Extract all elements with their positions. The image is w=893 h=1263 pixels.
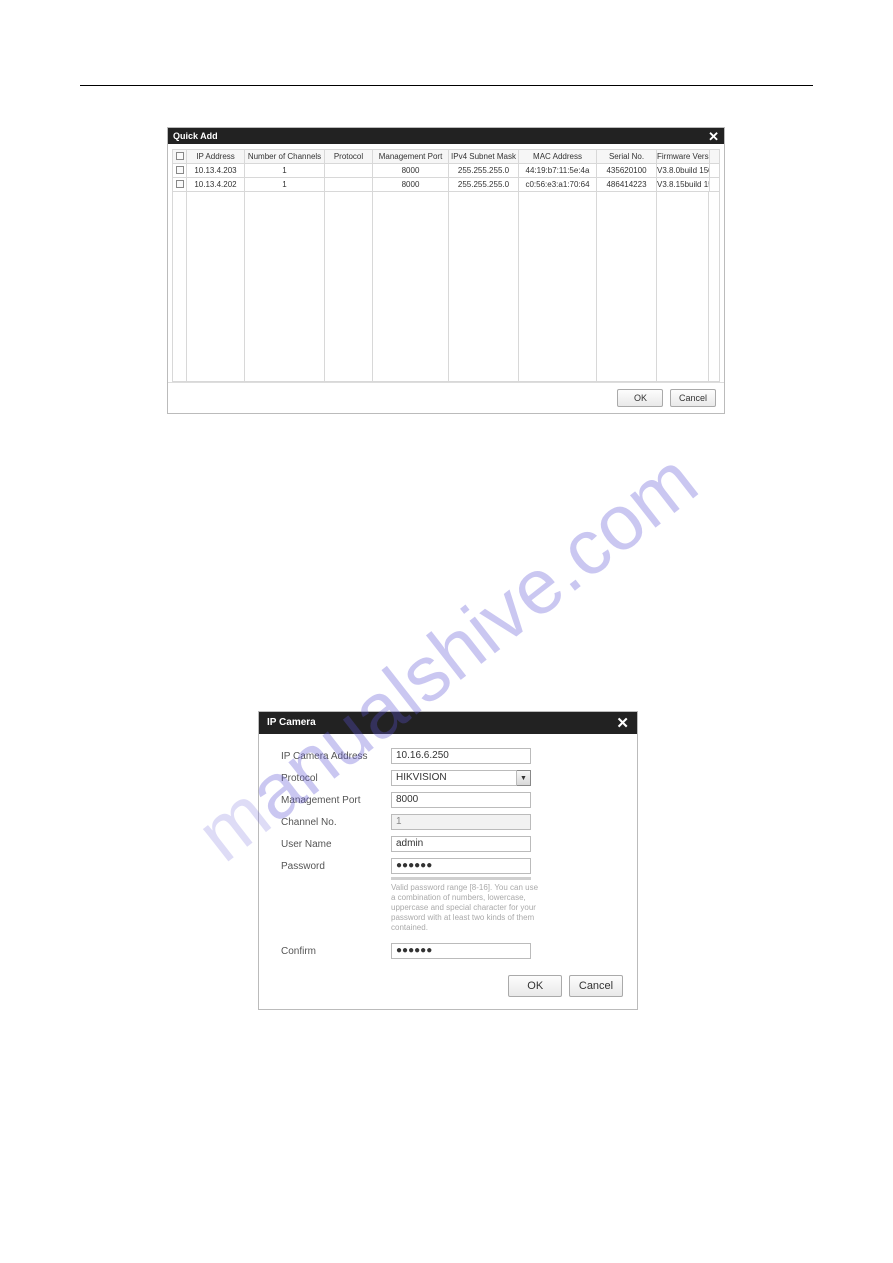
ip-camera-header: IP Camera ✕: [259, 712, 637, 734]
quick-add-dialog: Quick Add ✕ IP Address Number of Channel…: [167, 127, 725, 414]
col-fw: Firmware Version: [657, 150, 710, 164]
col-channels: Number of Channels: [245, 150, 325, 164]
table-header-row: IP Address Number of Channels Protocol M…: [173, 150, 720, 164]
password-field[interactable]: ●●●●●●: [391, 858, 531, 874]
col-port: Management Port: [373, 150, 449, 164]
cell-channels: 1: [245, 164, 325, 178]
quick-add-footer: OK Cancel: [168, 382, 724, 413]
quick-add-title: Quick Add: [173, 128, 218, 144]
password-hint: Valid password range [8-16]. You can use…: [391, 883, 541, 933]
checkbox-all[interactable]: [176, 152, 184, 160]
confirm-field[interactable]: ●●●●●●: [391, 943, 531, 959]
table-empty-area: [172, 192, 720, 382]
chevron-down-icon[interactable]: ▼: [517, 770, 531, 786]
close-icon[interactable]: ✕: [708, 130, 719, 143]
col-serial: Serial No.: [597, 150, 657, 164]
col-protocol: Protocol: [325, 150, 373, 164]
cell-ip: 10.13.4.202: [187, 178, 245, 192]
cell-ip: 10.13.4.203: [187, 164, 245, 178]
ip-camera-title: IP Camera: [267, 712, 316, 734]
ok-button[interactable]: OK: [508, 975, 562, 997]
cell-mask: 255.255.255.0: [449, 178, 519, 192]
cell-fw: V3.8.0build 150113: [657, 164, 710, 178]
cell-fw: V3.8.15build 150506: [657, 178, 710, 192]
quick-add-header: Quick Add ✕: [168, 128, 724, 144]
label-port: Management Port: [281, 795, 391, 806]
checkbox-row[interactable]: [176, 166, 184, 174]
cell-mac: c0:56:e3:a1:70:64: [519, 178, 597, 192]
col-mac: MAC Address: [519, 150, 597, 164]
top-rule: [80, 85, 813, 86]
cell-serial: 435620100: [597, 164, 657, 178]
cell-protocol: [325, 164, 373, 178]
cell-protocol: [325, 178, 373, 192]
table-row[interactable]: 10.13.4.203 1 8000 255.255.255.0 44:19:b…: [173, 164, 720, 178]
ok-button[interactable]: OK: [617, 389, 663, 407]
label-confirm: Confirm: [281, 946, 391, 957]
col-mask: IPv4 Subnet Mask: [449, 150, 519, 164]
col-ip: IP Address: [187, 150, 245, 164]
protocol-field[interactable]: HIKVISION: [391, 770, 517, 786]
password-strength-meter: [391, 877, 531, 880]
cancel-button[interactable]: Cancel: [670, 389, 716, 407]
table-row[interactable]: 10.13.4.202 1 8000 255.255.255.0 c0:56:e…: [173, 178, 720, 192]
checkbox-row[interactable]: [176, 180, 184, 188]
cell-mac: 44:19:b7:11:5e:4a: [519, 164, 597, 178]
label-chno: Channel No.: [281, 817, 391, 828]
cell-serial: 486414223: [597, 178, 657, 192]
label-user: User Name: [281, 839, 391, 850]
label-protocol: Protocol: [281, 773, 391, 784]
cell-mask: 255.255.255.0: [449, 164, 519, 178]
label-addr: IP Camera Address: [281, 751, 391, 762]
port-field[interactable]: 8000: [391, 792, 531, 808]
quick-add-table: IP Address Number of Channels Protocol M…: [172, 149, 720, 192]
ip-camera-footer: OK Cancel: [259, 969, 637, 1009]
cell-port: 8000: [373, 164, 449, 178]
label-pass: Password: [281, 861, 391, 872]
username-field[interactable]: admin: [391, 836, 531, 852]
addr-field[interactable]: 10.16.6.250: [391, 748, 531, 764]
cell-port: 8000: [373, 178, 449, 192]
channel-no-field: 1: [391, 814, 531, 830]
cell-channels: 1: [245, 178, 325, 192]
close-icon[interactable]: ✕: [616, 717, 629, 730]
ip-camera-dialog: IP Camera ✕ IP Camera Address 10.16.6.25…: [258, 711, 638, 1010]
cancel-button[interactable]: Cancel: [569, 975, 623, 997]
